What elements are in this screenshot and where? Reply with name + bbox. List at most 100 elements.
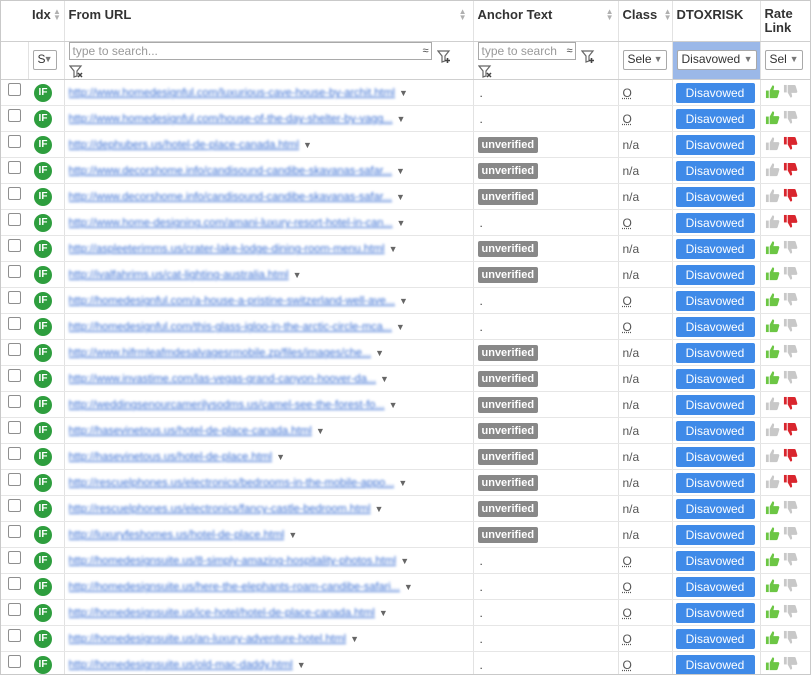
thumbs-up-icon[interactable] <box>765 578 780 596</box>
if-status-icon[interactable]: IF <box>34 161 52 180</box>
caret-down-icon[interactable]: ▼ <box>316 426 325 436</box>
if-status-icon[interactable]: IF <box>34 577 52 596</box>
class-filter-select[interactable]: Sele ▼ <box>622 50 667 71</box>
caret-down-icon[interactable]: ▼ <box>350 634 359 644</box>
table-row[interactable]: IF http://hasevinetous.us/hotel-de-place-… <box>1 417 810 445</box>
disavowed-button[interactable]: Disavowed <box>675 628 755 649</box>
thumbs-up-icon[interactable] <box>765 136 780 154</box>
thumbs-up-icon[interactable] <box>765 188 780 206</box>
url-search-input[interactable]: type to search... ≈ <box>68 41 432 60</box>
row-checkbox[interactable] <box>8 265 21 279</box>
thumbs-down-icon[interactable] <box>783 500 798 518</box>
class-value[interactable]: n/a <box>623 424 640 438</box>
caret-down-icon[interactable]: ▼ <box>397 218 406 228</box>
column-header-from-url[interactable]: From URL ▲ ▼ <box>64 1 474 42</box>
disavowed-button[interactable]: Disavowed <box>675 238 755 259</box>
thumbs-down-icon[interactable] <box>783 552 798 570</box>
caret-down-icon[interactable]: ▼ <box>375 348 384 358</box>
thumbs-up-icon[interactable] <box>765 84 780 102</box>
thumbs-up-icon[interactable] <box>765 214 780 232</box>
row-checkbox[interactable] <box>8 161 21 175</box>
column-header-rate-link[interactable]: Rate Link <box>760 1 810 42</box>
caret-down-icon[interactable]: ▼ <box>398 478 407 488</box>
column-header-dtoxrisk[interactable]: DTOXRISK <box>672 1 761 42</box>
thumbs-up-icon[interactable] <box>765 448 780 466</box>
thumbs-up-icon[interactable] <box>765 110 780 128</box>
table-row[interactable]: IF http://www.decorshome.info/candisound-… <box>1 183 810 211</box>
from-url-link[interactable]: http://luxuryfeshomes.us/hotel-de-place.… <box>69 529 285 541</box>
caret-down-icon[interactable]: ▼ <box>396 322 405 332</box>
row-checkbox[interactable] <box>8 317 21 331</box>
caret-down-icon[interactable]: ▼ <box>396 192 405 202</box>
class-value[interactable]: O <box>623 606 632 620</box>
from-url-link[interactable]: http://rescuelphones.us/electronics/fanc… <box>69 503 371 515</box>
from-url-link[interactable]: http://homedesignsuite.us/here-the-eleph… <box>69 581 400 593</box>
table-row[interactable]: IF http://www.invastime.com/las-vegas-gra… <box>1 365 810 393</box>
disavowed-button[interactable]: Disavowed <box>675 186 755 207</box>
thumbs-up-icon[interactable] <box>765 344 780 362</box>
class-value[interactable]: O <box>623 320 632 334</box>
table-row[interactable]: IF http://www.decorshome.info/candisound-… <box>1 157 810 185</box>
disavowed-button[interactable]: Disavowed <box>675 654 755 674</box>
thumbs-down-icon[interactable] <box>783 110 798 128</box>
dtoxrisk-filter-select[interactable]: Disavowed ▼ <box>676 50 757 71</box>
caret-down-icon[interactable]: ▼ <box>399 88 408 98</box>
if-status-icon[interactable]: IF <box>34 187 52 206</box>
table-row[interactable]: IF http://weddingsenourcamerilysodms.us/c… <box>1 391 810 419</box>
class-value[interactable]: n/a <box>623 372 640 386</box>
class-value[interactable]: n/a <box>623 450 640 464</box>
from-url-link[interactable]: http://homedesignful.com/a-house-a-prist… <box>69 295 395 307</box>
disavowed-button[interactable]: Disavowed <box>675 160 755 181</box>
if-status-icon[interactable]: IF <box>34 343 52 362</box>
table-row[interactable]: IF http://rescuelphones.us/electronics/fa… <box>1 495 810 523</box>
class-value[interactable]: O <box>623 580 632 594</box>
thumbs-down-icon[interactable] <box>783 84 798 102</box>
table-row[interactable]: IF http://aspleeterimms.us/crater-lake-lo… <box>1 235 810 263</box>
if-status-icon[interactable]: IF <box>34 369 52 388</box>
caret-down-icon[interactable]: ▼ <box>389 244 398 254</box>
if-status-icon[interactable]: IF <box>34 291 52 310</box>
thumbs-up-icon[interactable] <box>765 318 780 336</box>
class-value[interactable]: O <box>623 216 632 230</box>
class-value[interactable]: n/a <box>623 476 640 490</box>
row-checkbox[interactable] <box>8 655 21 669</box>
if-status-icon[interactable]: IF <box>34 83 52 102</box>
thumbs-up-icon[interactable] <box>765 370 780 388</box>
row-checkbox[interactable] <box>8 109 21 123</box>
from-url-link[interactable]: http://hasevinetous.us/hotel-de-place.ht… <box>69 451 273 463</box>
thumbs-up-icon[interactable] <box>765 162 780 180</box>
if-status-icon[interactable]: IF <box>34 421 52 440</box>
if-status-icon[interactable]: IF <box>34 239 52 258</box>
disavowed-button[interactable]: Disavowed <box>675 550 755 571</box>
disavowed-button[interactable]: Disavowed <box>675 264 755 285</box>
thumbs-up-icon[interactable] <box>765 266 780 284</box>
class-value[interactable]: n/a <box>623 346 640 360</box>
from-url-link[interactable]: http://homedesignsuite.us/ice-hotel/hote… <box>69 607 375 619</box>
thumbs-down-icon[interactable] <box>783 630 798 648</box>
thumbs-down-icon[interactable] <box>783 396 798 414</box>
caret-down-icon[interactable]: ▼ <box>276 452 285 462</box>
disavowed-button[interactable]: Disavowed <box>675 602 755 623</box>
row-checkbox[interactable] <box>8 135 21 149</box>
class-value[interactable]: n/a <box>623 164 640 178</box>
from-url-link[interactable]: http://rescuelphones.us/electronics/bedr… <box>69 477 395 489</box>
row-checkbox[interactable] <box>8 187 21 201</box>
class-value[interactable]: O <box>623 86 632 100</box>
thumbs-down-icon[interactable] <box>783 162 798 180</box>
sort-arrows-icon[interactable]: ▲ ▼ <box>606 8 614 22</box>
thumbs-up-icon[interactable] <box>765 396 780 414</box>
class-value[interactable]: n/a <box>623 138 640 152</box>
thumbs-down-icon[interactable] <box>783 214 798 232</box>
table-row[interactable]: IF http://www.home-designing.com/amani-lu… <box>1 209 810 237</box>
idx-filter-select[interactable]: S ▼ <box>32 50 57 71</box>
table-row[interactable]: IF http://hasevinetous.us/hotel-de-place.… <box>1 443 810 471</box>
if-status-icon[interactable]: IF <box>34 109 52 128</box>
disavowed-button[interactable]: Disavowed <box>675 498 755 519</box>
disavowed-button[interactable]: Disavowed <box>675 134 755 155</box>
rate-filter-select[interactable]: Sel ▼ <box>764 50 803 71</box>
class-value[interactable]: O <box>623 554 632 568</box>
table-row[interactable]: IF http://rescuelphones.us/electronics/be… <box>1 469 810 497</box>
disavowed-button[interactable]: Disavowed <box>675 472 755 493</box>
thumbs-down-icon[interactable] <box>783 292 798 310</box>
if-status-icon[interactable]: IF <box>34 473 52 492</box>
